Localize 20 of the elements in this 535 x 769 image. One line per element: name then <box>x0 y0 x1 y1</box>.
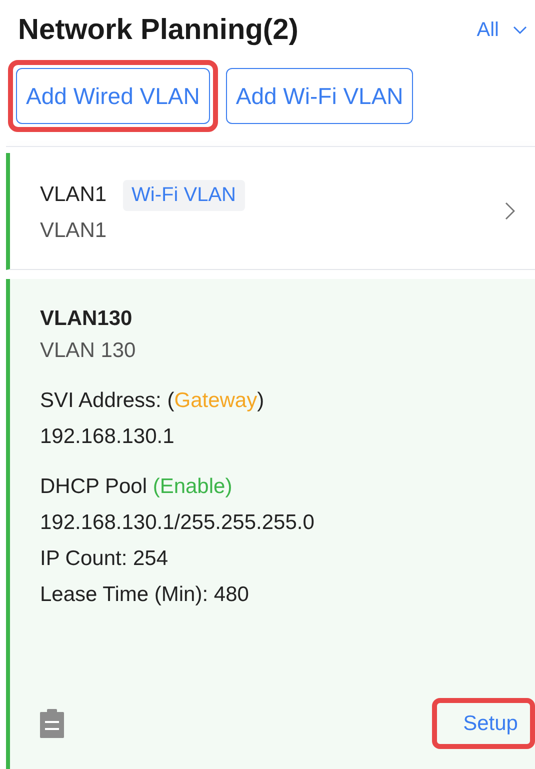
add-vlan-button[interactable]: Add Wi-Fi VLAN <box>226 68 414 124</box>
add-vlan-button[interactable]: Add Wired VLAN <box>16 68 210 124</box>
clipboard-icon[interactable] <box>40 708 64 738</box>
vlan-subtitle: VLAN1 <box>40 218 108 242</box>
filter-dropdown[interactable]: All <box>476 18 499 42</box>
page-title: Network Planning(2) <box>18 14 298 46</box>
vlan-type-tag: Wi-Fi VLAN <box>122 180 245 210</box>
status-line: DHCP Pool (Enable) <box>40 475 234 499</box>
setup-link[interactable]: Setup <box>463 710 518 736</box>
detail-line: 192.168.130.1 <box>40 425 176 449</box>
detail-line: IP Count: 254 <box>40 547 170 571</box>
vlan-name: VLAN1 <box>40 183 107 207</box>
vlan-subtitle: VLAN 130 <box>40 339 137 363</box>
detail-line: 192.168.130.1/255.255.255.0 <box>40 511 316 535</box>
chevron-right-icon <box>505 202 515 220</box>
vlan-name: VLAN130 <box>40 307 134 331</box>
detail-line: Lease Time (Min): 480 <box>40 583 250 607</box>
status-line: SVI Address: (Gateway) <box>40 389 266 413</box>
vlan-row[interactable]: VLAN1 Wi-Fi VLAN VLAN1 <box>6 153 535 270</box>
chevron-down-icon[interactable] <box>513 26 527 34</box>
